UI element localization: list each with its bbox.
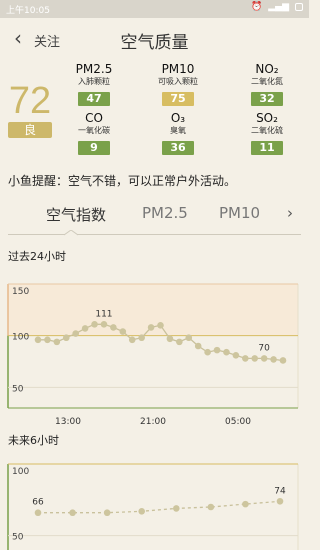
data-point [270, 356, 277, 363]
pollutant-desc: 二氧化氮 [251, 77, 283, 86]
data-point [157, 322, 164, 329]
data-point [194, 342, 202, 350]
pollutant-value: 11 [251, 141, 283, 155]
pollutant-so2: SO₂ 二氧化硫 11 [227, 111, 307, 155]
tab-aqi[interactable]: 空气指数 [46, 204, 106, 225]
point-label: 70 [258, 343, 270, 353]
point-label: 66 [32, 498, 44, 508]
future-6h-heading: 未来6小时 [8, 434, 59, 447]
data-point [138, 334, 145, 342]
data-point [91, 321, 98, 328]
tab-divider [8, 234, 301, 235]
pollutant-desc: 入肺颗粒 [78, 77, 110, 86]
pollutant-desc: 一氧化碳 [78, 126, 110, 135]
data-point [103, 509, 111, 517]
data-point [232, 352, 240, 359]
data-point [223, 348, 230, 356]
data-point [128, 336, 136, 344]
advice-text: 小鱼提醒：空气不错，可以正常户外活动。 [8, 174, 237, 188]
tab-pm25[interactable]: PM2.5 [142, 204, 188, 222]
battery-icon [295, 3, 303, 11]
pollutant-co: CO 一氧化碳 9 [54, 111, 134, 155]
x-tick-label: 13:00 [55, 417, 81, 427]
aqi-summary: 72 良 [8, 82, 52, 138]
data-point [34, 336, 42, 344]
data-point [207, 503, 215, 511]
data-point [62, 334, 70, 342]
data-point [72, 330, 79, 337]
data-point [204, 348, 211, 356]
pollutant-value: 47 [78, 92, 110, 106]
pollutant-desc: 可吸入颗粒 [158, 77, 198, 86]
y-tick-label: 150 [12, 287, 29, 297]
pollutant-value: 9 [78, 141, 110, 155]
pollutant-name: CO [85, 111, 103, 125]
signal-icon: ▂▄▆ [268, 2, 289, 12]
y-tick-label: 50 [12, 384, 24, 394]
data-point [172, 505, 180, 512]
data-point [81, 325, 89, 332]
data-point [44, 336, 51, 344]
alarm-icon: ⏰ [251, 2, 263, 12]
data-point [53, 338, 61, 346]
pollutant-name: NO₂ [255, 62, 279, 76]
page-title: 空气质量 [120, 33, 189, 53]
data-point [213, 346, 221, 354]
future-6h-chart: 100 50 66 74 [7, 463, 299, 550]
data-point [100, 321, 108, 328]
pollutant-o3: O₃ 臭氧 36 [138, 111, 218, 155]
aqi-level-badge: 良 [8, 122, 52, 138]
data-point [138, 508, 146, 515]
past-24h-chart: 150 100 50 111 70 13:00 21:00 05:00 [7, 283, 299, 427]
data-point [276, 497, 284, 505]
pollutant-pm25: PM2.5 入肺颗粒 47 [54, 62, 134, 106]
data-point [147, 324, 155, 331]
data-point [176, 338, 183, 346]
pollutant-desc: 二氧化硫 [251, 126, 283, 135]
data-point [119, 328, 127, 335]
pollutant-value: 32 [251, 92, 283, 106]
tab-pm10[interactable]: PM10 [219, 204, 260, 222]
data-point [260, 355, 268, 362]
y-tick-label: 100 [12, 467, 29, 477]
pollutant-name: PM2.5 [75, 62, 113, 76]
metric-tabs: 空气指数 PM2.5 PM10 › [0, 198, 309, 238]
data-point [166, 335, 174, 343]
data-point [185, 334, 193, 342]
x-tick-label: 05:00 [225, 417, 251, 427]
pollutant-desc: 臭氧 [170, 126, 186, 135]
point-label: 74 [274, 486, 286, 496]
pollutant-name: O₃ [170, 111, 186, 125]
data-point [242, 500, 249, 508]
active-tab-indicator [64, 230, 78, 236]
y-tick-label: 50 [12, 533, 24, 543]
top-navigation: ‹ 关注 空气质量 [0, 18, 309, 60]
pollutant-value: 36 [162, 141, 194, 155]
pollutant-pm10: PM10 可吸入颗粒 75 [138, 62, 218, 106]
data-point [69, 509, 76, 517]
data-point [110, 324, 117, 331]
pollutant-name: SO₂ [256, 111, 278, 125]
data-point [279, 357, 287, 364]
point-label: 111 [95, 309, 112, 319]
y-tick-label: 100 [12, 333, 29, 343]
data-point [34, 509, 42, 517]
status-bar: 上午10:05 ⏰ ▂▄▆ [0, 0, 309, 18]
pollutant-no2: NO₂ 二氧化氮 32 [227, 62, 307, 106]
data-point [251, 355, 259, 362]
status-time: 上午10:05 [6, 6, 50, 16]
pollutant-name: PM10 [161, 62, 195, 76]
status-icons: ⏰ ▂▄▆ [251, 2, 303, 12]
x-tick-label: 21:00 [140, 417, 166, 427]
aqi-value: 72 [8, 80, 52, 122]
data-point [242, 355, 249, 362]
chevron-right-icon[interactable]: › [287, 204, 293, 222]
past-24h-heading: 过去24小时 [8, 250, 66, 263]
pollutant-value: 75 [162, 92, 194, 106]
